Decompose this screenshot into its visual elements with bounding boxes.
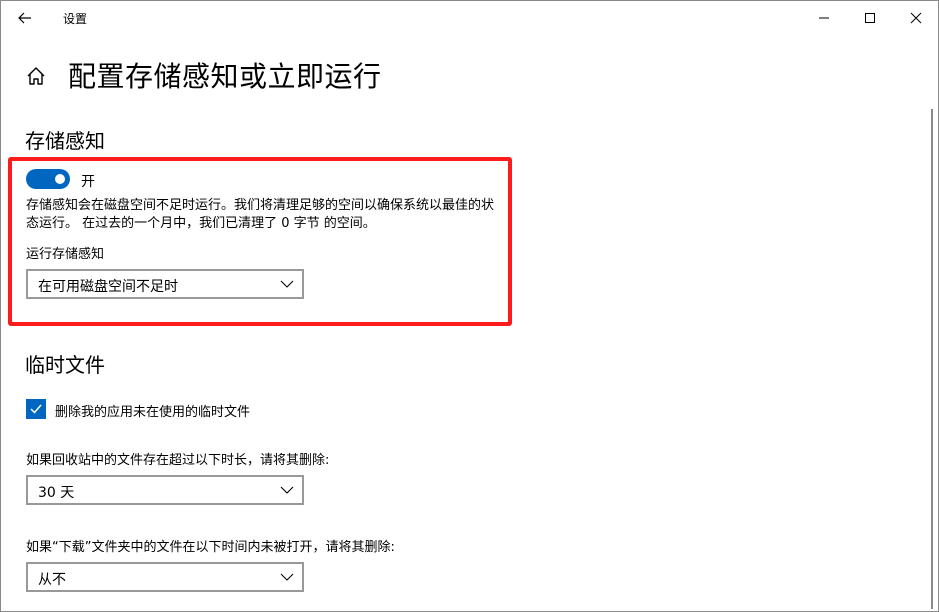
chevron-down-icon bbox=[280, 486, 294, 494]
close-icon bbox=[910, 12, 922, 24]
recycle-bin-label: 如果回收站中的文件存在超过以下时长，请将其删除: bbox=[26, 453, 330, 468]
settings-window: 设置 配置存储感知或立即运行 存储感知 开 存储感知会在磁盘空间不足时运行。我们… bbox=[0, 0, 939, 612]
temp-files-heading: 临时文件 bbox=[25, 353, 105, 377]
recycle-bin-dropdown[interactable]: 30 天 bbox=[26, 475, 304, 505]
dropdown-value: 从不 bbox=[38, 572, 66, 588]
storage-sense-toggle[interactable] bbox=[26, 169, 70, 189]
scrollbar[interactable] bbox=[931, 109, 933, 609]
close-button[interactable] bbox=[893, 1, 938, 35]
chevron-down-icon bbox=[280, 280, 294, 288]
back-button[interactable] bbox=[9, 3, 41, 33]
delete-temp-files-checkbox[interactable] bbox=[26, 399, 46, 419]
downloads-dropdown[interactable]: 从不 bbox=[26, 562, 304, 592]
page-title: 配置存储感知或立即运行 bbox=[68, 60, 382, 93]
run-storage-sense-label: 运行存储感知 bbox=[26, 247, 105, 262]
toggle-state-label: 开 bbox=[81, 174, 95, 190]
chevron-down-icon bbox=[280, 573, 294, 581]
minimize-button[interactable] bbox=[801, 1, 847, 35]
dropdown-value: 30 天 bbox=[38, 485, 75, 501]
delete-temp-files-label: 删除我的应用未在使用的临时文件 bbox=[55, 405, 251, 420]
downloads-label: 如果“下载”文件夹中的文件在以下时间内未被打开，请将其删除: bbox=[26, 540, 395, 555]
minimize-icon bbox=[819, 17, 829, 19]
run-storage-sense-dropdown[interactable]: 在可用磁盘空间不足时 bbox=[26, 269, 304, 299]
back-arrow-icon bbox=[18, 12, 31, 24]
checkmark-icon bbox=[30, 404, 42, 414]
maximize-button[interactable] bbox=[847, 1, 893, 35]
home-button[interactable] bbox=[23, 63, 49, 89]
storage-sense-heading: 存储感知 bbox=[25, 129, 105, 153]
app-title: 设置 bbox=[63, 12, 88, 26]
home-icon bbox=[27, 67, 45, 85]
title-bar: 设置 bbox=[1, 1, 938, 35]
dropdown-value: 在可用磁盘空间不足时 bbox=[38, 279, 178, 295]
storage-sense-description: 存储感知会在磁盘空间不足时运行。我们将清理足够的空间以确保系统以最佳的状态运行。… bbox=[26, 198, 495, 231]
toggle-knob bbox=[55, 174, 65, 184]
maximize-icon bbox=[865, 13, 875, 23]
